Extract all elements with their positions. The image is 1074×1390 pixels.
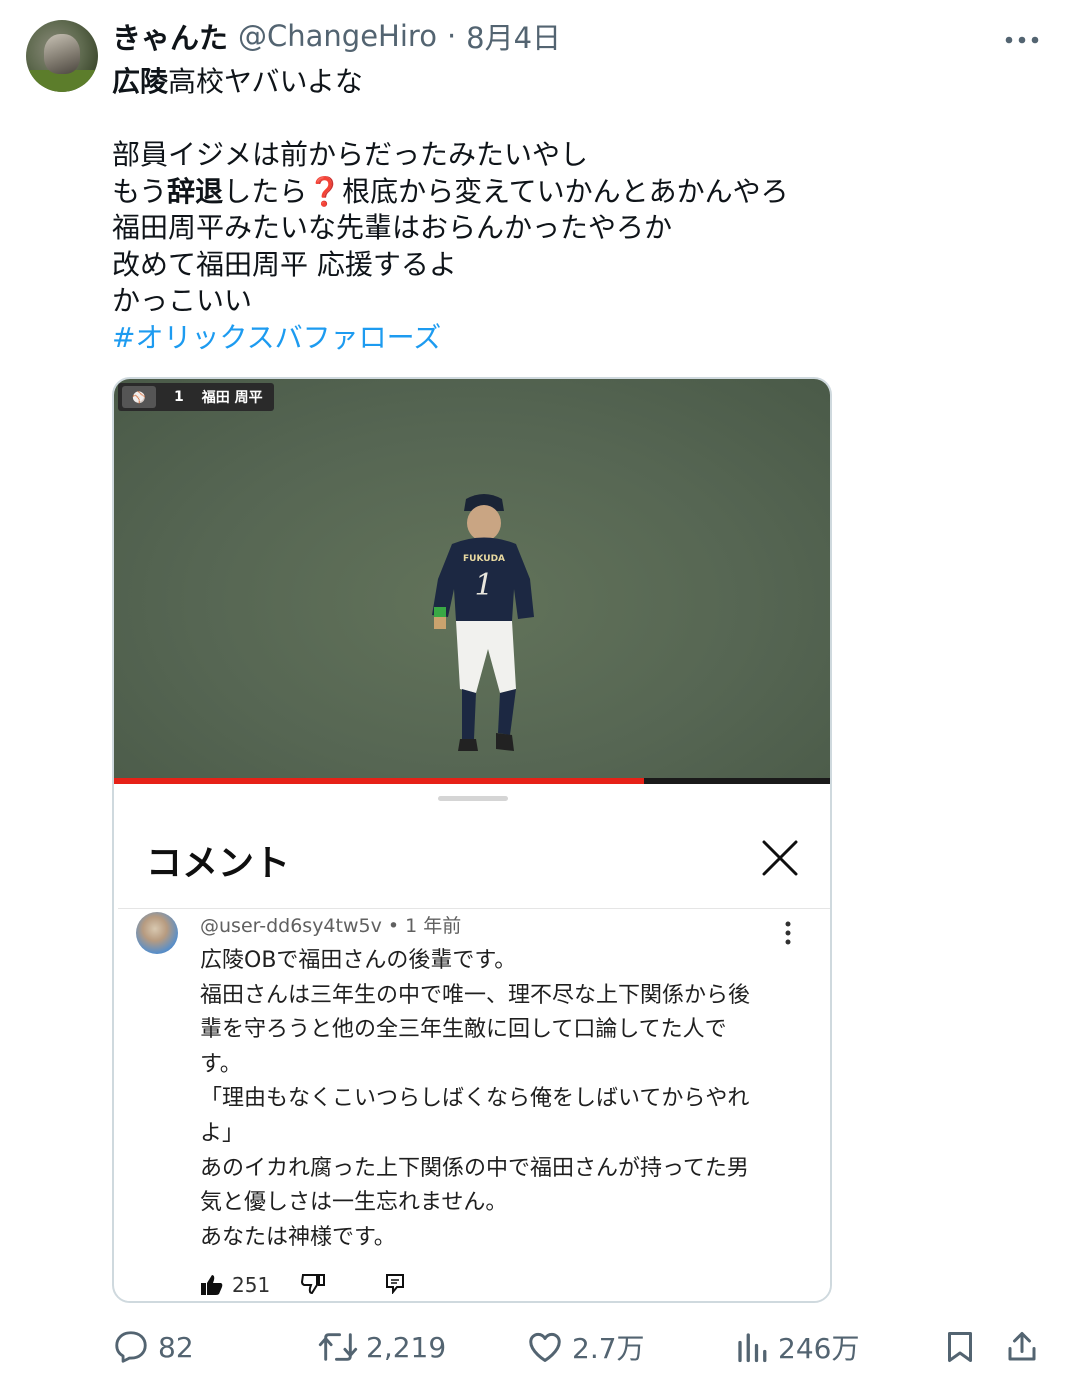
commenter-avatar[interactable] bbox=[136, 912, 178, 954]
share-icon bbox=[1008, 1332, 1036, 1361]
view-count: 246万 bbox=[778, 1332, 860, 1365]
comment-meta-separator: • bbox=[387, 915, 400, 937]
heart-icon bbox=[529, 1332, 561, 1362]
views-button[interactable]: 246万 bbox=[734, 1322, 859, 1372]
analytics-icon bbox=[738, 1333, 767, 1363]
post-action-bar: 82 2,219 2.7万 246万 bbox=[112, 1322, 1042, 1372]
scorebug-number: 1 bbox=[174, 389, 184, 405]
comment-like-button[interactable]: 251 bbox=[200, 1273, 270, 1297]
post-line-3-post: 根底から変えていかんとあかんやろ bbox=[342, 174, 789, 208]
team-logo-icon: ⚾ bbox=[122, 386, 156, 408]
like-count: 2.7万 bbox=[572, 1332, 645, 1365]
video-frame: ⚾ 1 福田 周平 FUKUDA 1 bbox=[114, 379, 830, 784]
thumbs-down-icon[interactable] bbox=[300, 1272, 326, 1298]
comment-actions: 251 bbox=[200, 1270, 406, 1300]
reply-bubble-icon bbox=[115, 1331, 147, 1363]
thumbs-up-icon bbox=[201, 1275, 223, 1295]
baseball-player: FUKUDA 1 bbox=[432, 494, 534, 751]
post-blank-line bbox=[112, 101, 1012, 138]
jersey-name: FUKUDA bbox=[463, 554, 505, 564]
share-button[interactable] bbox=[1004, 1322, 1040, 1372]
comment-time: 1 年前 bbox=[405, 915, 462, 937]
post-line-4: 福田周平みたいな先輩はおらんかったやろか bbox=[112, 211, 673, 244]
post-line-1-rest: 高校ヤバいよな bbox=[168, 65, 363, 98]
repost-icon bbox=[318, 1333, 358, 1361]
post-line-5: 改めて福田周平 応援するよ bbox=[112, 247, 457, 281]
comment-line: 気と優しさは一生忘れません。 bbox=[200, 1190, 508, 1216]
post-bold-word: 辞退 bbox=[167, 174, 224, 208]
user-handle[interactable]: @ChangeHiro bbox=[238, 19, 437, 53]
comment-line: 輩を守ろうと他の全三年生敵に回して口論してた人で bbox=[200, 1017, 727, 1043]
close-icon[interactable] bbox=[758, 836, 802, 880]
reply-count: 82 bbox=[158, 1330, 194, 1364]
avatar-cat bbox=[44, 34, 80, 74]
reply-button[interactable]: 82 bbox=[112, 1322, 194, 1372]
sheet-drag-handle[interactable] bbox=[438, 796, 508, 801]
post-line-3: もう辞退したら❓根底から変えていかんとあかんやろ bbox=[112, 174, 1012, 211]
bookmark-button[interactable] bbox=[942, 1322, 978, 1372]
post-line-6: かっこいい bbox=[112, 284, 253, 317]
comments-sheet: コメント @user-dd6sy4tw5v • 1 年前 広陵OBで福田さんの後… bbox=[118, 784, 830, 1301]
like-button[interactable]: 2.7万 bbox=[526, 1322, 645, 1372]
comment-meta: @user-dd6sy4tw5v • 1 年前 bbox=[200, 911, 461, 938]
comment-line: あのイカれ腐った上下関係の中で福田さんが持ってた男 bbox=[200, 1155, 749, 1181]
post-line-3-pre: もう bbox=[112, 174, 168, 208]
scorebug-player-name: 福田 周平 bbox=[201, 390, 263, 406]
post-date[interactable]: 8月4日 bbox=[466, 15, 561, 57]
comment-line: 「理由もなくこいつらしばくなら俺をしばいてからやれ bbox=[200, 1086, 750, 1112]
comments-title: コメント bbox=[146, 843, 291, 884]
comment-body: 広陵OBで福田さんの後輩です。 福田さんは三年生の中で唯一、理不尽な上下関係から… bbox=[200, 944, 800, 1255]
hashtag-link[interactable]: #オリックスバファローズ bbox=[112, 320, 1012, 357]
post-line-3-mid: したら bbox=[223, 174, 308, 208]
post-bold-word: 広陵 bbox=[112, 65, 169, 98]
post-media-image[interactable]: ⚾ 1 福田 周平 FUKUDA 1 コメント @user-dd6sy4tw5v… bbox=[112, 377, 832, 1303]
post-line-1: 広陵高校ヤバいよな bbox=[112, 64, 1012, 101]
reply-icon[interactable] bbox=[384, 1272, 406, 1298]
repost-button[interactable]: 2,219 bbox=[318, 1322, 446, 1372]
comment-line: 福田さんは三年生の中で唯一、理不尽な上下関係から後 bbox=[200, 982, 751, 1008]
repost-count: 2,219 bbox=[366, 1330, 447, 1364]
comment-like-count: 251 bbox=[232, 1273, 271, 1297]
header-separator: · bbox=[446, 19, 457, 53]
comment-line: 広陵OBで福田さんの後輩です。 bbox=[200, 948, 517, 973]
post-line-2: 部員イジメは前からだったみたいやし bbox=[112, 138, 589, 171]
post-header: きゃんた @ChangeHiro · 8月4日 bbox=[112, 16, 561, 56]
post-text: 広陵高校ヤバいよな 部員イジメは前からだったみたいやし もう辞退したら❓根底から… bbox=[112, 64, 1012, 356]
scorebug: ⚾ 1 福田 周平 bbox=[118, 383, 274, 411]
comment-line: す。 bbox=[200, 1051, 242, 1077]
comment-line: よ」 bbox=[200, 1120, 245, 1146]
bookmark-icon bbox=[948, 1332, 972, 1362]
jersey-number: 1 bbox=[474, 568, 493, 603]
post-avatar[interactable] bbox=[26, 20, 98, 92]
question-emoji: ❓ bbox=[307, 174, 343, 208]
comment-line: あなたは神様です。 bbox=[200, 1224, 396, 1250]
display-name[interactable]: きゃんた bbox=[112, 15, 228, 57]
comment-author[interactable]: @user-dd6sy4tw5v bbox=[200, 915, 382, 937]
more-icon[interactable] bbox=[1000, 22, 1044, 58]
sheet-divider bbox=[118, 908, 830, 909]
